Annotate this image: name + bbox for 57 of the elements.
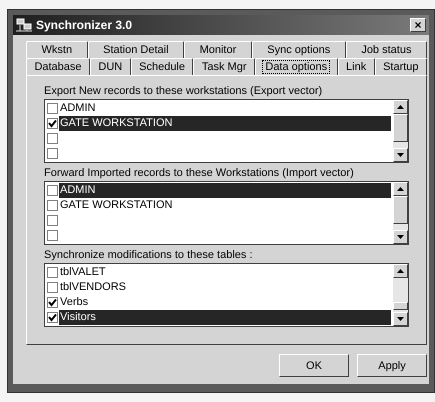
list-label: Export New records to these workstations (Export vector) xyxy=(44,84,324,99)
tab[interactable]: Wkstn xyxy=(26,41,88,58)
down-triangle-icon xyxy=(397,235,404,239)
checkbox[interactable] xyxy=(47,215,58,226)
list-label: Synchronize modifications to these tables : xyxy=(44,248,254,263)
network-computers-icon xyxy=(16,18,32,32)
tab[interactable]: Link xyxy=(338,58,375,75)
tab[interactable]: Database xyxy=(26,58,90,75)
list-label: Forward Imported records to these Workstations (Import vector) xyxy=(44,166,355,181)
scroll-down-button[interactable] xyxy=(393,312,408,326)
scroll-down-button[interactable] xyxy=(393,148,408,162)
tab[interactable]: Task Mgr xyxy=(193,58,255,75)
up-triangle-icon xyxy=(397,269,404,273)
ok-button[interactable]: OK xyxy=(279,354,349,377)
tab[interactable]: Startup xyxy=(374,58,427,75)
checkbox[interactable] xyxy=(47,133,58,144)
checkbox[interactable] xyxy=(47,103,58,114)
scrollbar[interactable] xyxy=(393,182,408,244)
up-triangle-icon xyxy=(397,105,404,109)
scroll-thumb[interactable] xyxy=(393,196,408,224)
tab[interactable]: Job status xyxy=(346,41,427,58)
scroll-down-button[interactable] xyxy=(393,230,408,244)
tab[interactable]: Monitor xyxy=(184,41,252,58)
scroll-thumb[interactable] xyxy=(393,302,408,310)
list-item[interactable]: Verbs xyxy=(59,295,391,310)
checkbox[interactable] xyxy=(47,230,58,241)
selected-list-item[interactable]: GATE WORKSTATION xyxy=(59,116,391,131)
scrollbar[interactable] xyxy=(393,264,408,326)
scroll-up-button[interactable] xyxy=(393,182,408,196)
scrollbar[interactable] xyxy=(393,100,408,162)
checkbox[interactable] xyxy=(47,148,58,159)
checkbox[interactable] xyxy=(47,312,58,323)
list-item[interactable]: ADMIN xyxy=(59,101,391,116)
apply-button[interactable]: Apply xyxy=(357,354,427,377)
checkbox[interactable] xyxy=(47,200,58,211)
list-item[interactable]: GATE WORKSTATION xyxy=(59,198,391,213)
list-item[interactable]: tblVENDORS xyxy=(59,280,391,295)
checkbox[interactable] xyxy=(47,297,58,308)
down-triangle-icon xyxy=(397,153,404,157)
checkbox[interactable] xyxy=(47,267,58,278)
tab[interactable]: Schedule xyxy=(130,58,194,75)
checkbox[interactable] xyxy=(47,282,58,293)
close-button[interactable]: × xyxy=(410,18,426,32)
selected-list-item[interactable]: Visitors xyxy=(59,310,391,325)
checkbox[interactable] xyxy=(47,118,58,129)
scroll-thumb[interactable] xyxy=(393,114,408,142)
tab[interactable]: Data options xyxy=(254,58,338,75)
scroll-up-button[interactable] xyxy=(393,264,408,278)
checkbox[interactable] xyxy=(47,185,58,196)
window-title: Synchronizer 3.0 xyxy=(36,18,134,32)
list-item[interactable]: tblVALET xyxy=(59,265,391,280)
selected-list-item[interactable]: ADMIN xyxy=(59,183,391,198)
tab[interactable]: Station Detail xyxy=(88,41,184,58)
up-triangle-icon xyxy=(397,187,404,191)
down-triangle-icon xyxy=(397,317,404,321)
tab[interactable]: DUN xyxy=(90,58,131,75)
scroll-up-button[interactable] xyxy=(393,100,408,114)
